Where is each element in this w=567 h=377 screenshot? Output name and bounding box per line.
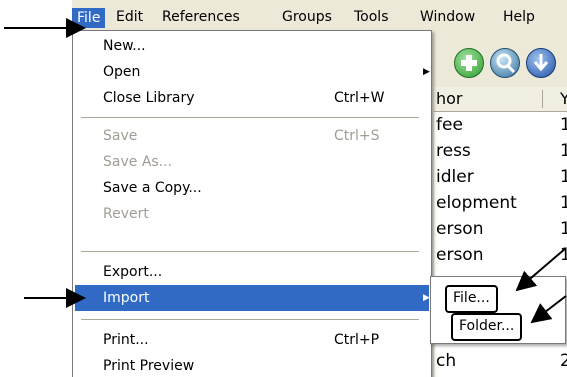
cell-author: idler — [436, 167, 474, 187]
menu-item-save-a-copy[interactable]: Save a Copy... — [75, 175, 429, 201]
table-row[interactable]: ress 1 — [434, 139, 567, 163]
cell-author: fee — [436, 115, 463, 135]
menu-item-label: Export... — [103, 264, 163, 280]
menu-tools[interactable]: Tools — [354, 6, 389, 28]
menu-item-save[interactable]: Save Ctrl+S — [75, 123, 429, 149]
menu-item-label: New... — [103, 38, 146, 54]
menu-item-import[interactable]: Import ▶ — [75, 285, 430, 311]
cell-author: ch — [436, 351, 457, 371]
find-icon[interactable] — [490, 48, 520, 78]
menu-item-shortcut: Ctrl+W — [334, 90, 385, 106]
table-row[interactable]: ch 2 — [434, 349, 567, 373]
cell-year: 1 — [560, 219, 567, 239]
cell-year: 1 — [560, 245, 567, 265]
menu-item-save-as[interactable]: Save As... — [75, 149, 429, 175]
submenu-item-folder[interactable]: Folder... — [451, 313, 523, 341]
menu-item-label: Revert — [103, 206, 149, 222]
menu-item-open[interactable]: Open ▶ — [75, 59, 430, 85]
menu-item-print-preview[interactable]: Print Preview — [75, 353, 429, 377]
menu-item-print[interactable]: Print... Ctrl+P — [75, 327, 429, 353]
menu-edit[interactable]: Edit — [116, 6, 143, 28]
submenu-arrow-icon: ▶ — [423, 293, 430, 303]
menu-item-shortcut: Ctrl+P — [334, 332, 380, 348]
cell-year: 2 — [560, 351, 567, 371]
menu-item-label: Import — [103, 290, 150, 306]
menu-item-label: Save a Copy... — [103, 180, 202, 196]
cell-author: erson — [436, 245, 484, 265]
submenu-item-file[interactable]: File... — [445, 285, 498, 313]
menu-bar: File Edit References Groups Tools Window… — [72, 0, 567, 30]
cell-author: elopment — [436, 193, 517, 213]
column-header-author[interactable]: hor — [436, 89, 463, 109]
table-row[interactable]: elopment 1 — [434, 191, 567, 215]
cell-year: 1 — [560, 141, 567, 161]
list-header: hor Y — [434, 87, 567, 112]
cell-author: ress — [436, 141, 471, 161]
column-header-year[interactable]: Y — [560, 89, 567, 109]
menu-file[interactable]: File — [72, 8, 106, 28]
menu-item-label: Close Library — [103, 90, 195, 106]
add-reference-icon[interactable] — [454, 48, 484, 78]
menu-window[interactable]: Window — [420, 6, 475, 28]
toolbar — [434, 42, 567, 86]
menu-separator — [81, 319, 419, 320]
table-row[interactable]: erson 1 — [434, 217, 567, 241]
download-icon[interactable] — [526, 48, 556, 78]
table-row[interactable]: idler 1 — [434, 165, 567, 189]
table-row[interactable]: erson 1 — [434, 243, 567, 267]
cell-year: 1 — [560, 115, 567, 135]
menu-references[interactable]: References — [162, 6, 240, 28]
menu-groups[interactable]: Groups — [282, 6, 332, 28]
cell-year: 1 — [560, 167, 567, 187]
file-menu-dropdown: New... Open ▶ Close Library Ctrl+W Save … — [72, 30, 432, 377]
menu-item-shortcut: Ctrl+S — [334, 128, 380, 144]
menu-help[interactable]: Help — [503, 6, 535, 28]
menu-separator — [81, 251, 419, 252]
menu-separator — [81, 117, 419, 118]
cell-year: 1 — [560, 193, 567, 213]
menu-item-label: Open — [103, 64, 141, 80]
menu-item-export[interactable]: Export... — [75, 259, 429, 285]
import-submenu: File... Folder... — [430, 276, 566, 344]
column-divider[interactable] — [542, 90, 543, 108]
menu-item-new[interactable]: New... — [75, 33, 429, 59]
cell-author: erson — [436, 219, 484, 239]
table-row[interactable]: fee 1 — [434, 113, 567, 137]
menu-item-revert[interactable]: Revert — [75, 201, 429, 227]
menu-item-label: Save — [103, 128, 138, 144]
menu-item-close-library[interactable]: Close Library Ctrl+W — [75, 85, 429, 111]
menu-item-label: Save As... — [103, 154, 173, 170]
submenu-arrow-icon: ▶ — [423, 67, 430, 77]
menu-item-label: Print Preview — [103, 358, 195, 374]
menu-item-label: Print... — [103, 332, 149, 348]
